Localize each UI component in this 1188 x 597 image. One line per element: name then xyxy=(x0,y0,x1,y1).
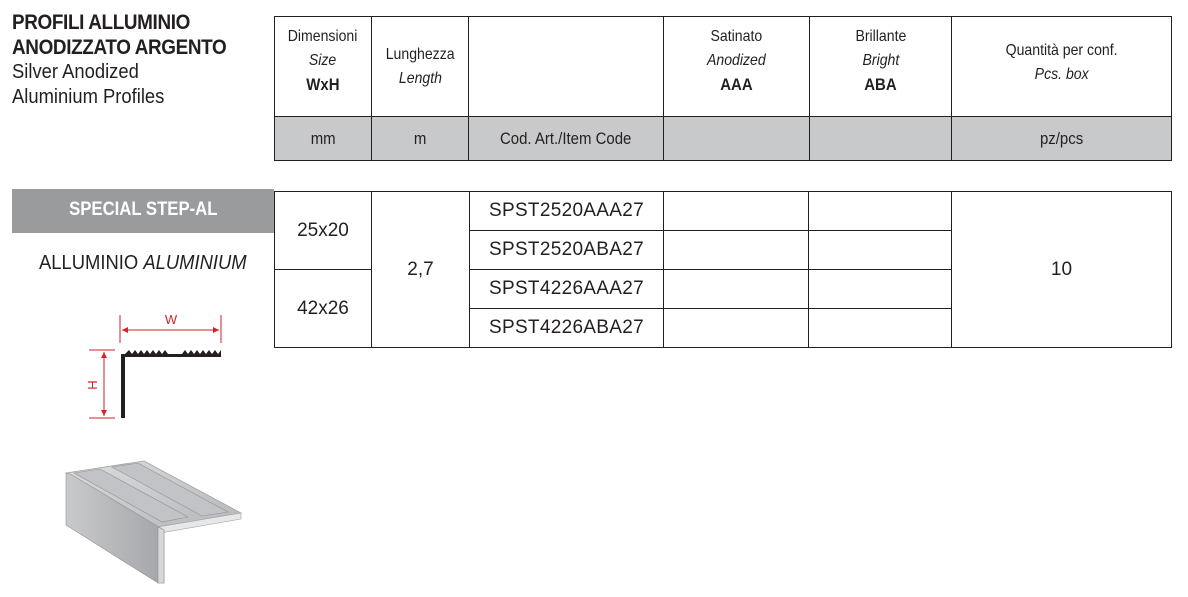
unit-m: m xyxy=(371,116,469,161)
header-aaa-label: AAA xyxy=(720,75,753,94)
profile-teeth-left xyxy=(125,350,168,354)
aba-cell xyxy=(808,269,952,309)
header-quantity: Quantità per conf. Pcs. box xyxy=(951,16,1172,117)
header-pcs-box-en: Pcs. box xyxy=(1034,66,1089,83)
title-line-2: ANODIZZATO ARGENTO xyxy=(12,36,227,59)
h-label: H xyxy=(85,380,100,389)
quantity-cell: 10 xyxy=(951,191,1172,348)
header-length: Lunghezza Length xyxy=(371,16,469,117)
material-label: ALLUMINIO ALUMINIUM xyxy=(12,252,274,275)
h-arrow-bottom xyxy=(101,410,107,416)
aaa-cell xyxy=(663,308,809,348)
profile-cross-section-diagram: W H xyxy=(85,312,222,419)
table-row: 25x20 2,7 SPST2520AAA27 10 xyxy=(274,191,1172,348)
unit-mm: mm xyxy=(274,116,372,161)
header-table: Dimensioni Size WxH Lunghezza Length Sat… xyxy=(274,16,1172,161)
length-cell: 2,7 xyxy=(371,191,470,348)
product-table: 25x20 2,7 SPST2520AAA27 10 SPST2520ABA27… xyxy=(274,191,1172,348)
unit-item-code: Cod. Art./Item Code xyxy=(468,116,664,161)
header-length-label: Lunghezza xyxy=(385,45,455,63)
material-it: ALLUMINIO xyxy=(39,252,139,274)
unit-pcs-text: pz/pcs xyxy=(1039,128,1084,148)
header-aba-label: ABA xyxy=(864,75,897,94)
aaa-cell xyxy=(663,269,809,309)
title-line-4: Aluminium Profiles xyxy=(12,86,165,108)
w-label: W xyxy=(165,312,178,327)
header-bright: Brillante Bright ABA xyxy=(809,16,952,117)
aba-cell xyxy=(808,230,952,270)
header-dimensions-label: Dimensioni xyxy=(288,28,358,45)
unit-pcs: pz/pcs xyxy=(951,116,1172,161)
profile-body xyxy=(121,354,221,418)
title-line-3: Silver Anodized xyxy=(12,61,139,83)
header-anodized-en: Anodized xyxy=(707,52,766,69)
profile-vertical-edge xyxy=(157,526,165,584)
aba-cell xyxy=(808,191,952,231)
header-brillante-label: Brillante xyxy=(855,28,906,45)
header-empty xyxy=(468,16,664,117)
header-length-en: Length xyxy=(398,69,442,87)
item-code-cell: SPST4226ABA27 xyxy=(469,308,664,348)
header-dimensions: Dimensioni Size WxH xyxy=(274,16,372,117)
profile-3d-render xyxy=(64,460,243,584)
size-cell: 42x26 xyxy=(274,269,372,348)
item-code-cell: SPST4226AAA27 xyxy=(469,269,664,309)
product-section-label: SPECIAL STEP-AL xyxy=(12,189,274,233)
title-line-1: PROFILI ALLUMINIO xyxy=(12,11,190,34)
h-arrow-top xyxy=(101,352,107,358)
w-arrow-left xyxy=(122,327,128,333)
header-wxh-label: WxH xyxy=(306,75,340,94)
catalog-title: PROFILI ALLUMINIO ANODIZZATO ARGENTO Sil… xyxy=(12,10,250,110)
header-satinato-label: Satinato xyxy=(710,28,763,45)
item-code-cell: SPST2520ABA27 xyxy=(469,230,664,270)
unit-mm-text: mm xyxy=(310,128,336,148)
header-size-label: Size xyxy=(309,52,337,69)
unit-m-text: m xyxy=(413,128,427,148)
aaa-cell xyxy=(663,230,809,270)
product-section-name: SPECIAL STEP-AL xyxy=(68,199,218,220)
aba-cell xyxy=(808,308,952,348)
header-quantity-label: Quantità per conf. xyxy=(1005,42,1118,59)
size-cell: 25x20 xyxy=(274,191,372,270)
aaa-cell xyxy=(663,191,809,231)
item-code-cell: SPST2520AAA27 xyxy=(469,191,664,231)
unit-aaa-empty xyxy=(663,116,810,161)
header-bright-en: Bright xyxy=(862,52,899,69)
unit-aba-empty xyxy=(809,116,952,161)
profile-teeth-right xyxy=(182,350,221,354)
w-arrow-right xyxy=(213,327,219,333)
material-en: ALUMINIUM xyxy=(143,252,247,274)
unit-item-code-text: Cod. Art./Item Code xyxy=(500,128,632,148)
header-anodized: Satinato Anodized AAA xyxy=(663,16,810,117)
